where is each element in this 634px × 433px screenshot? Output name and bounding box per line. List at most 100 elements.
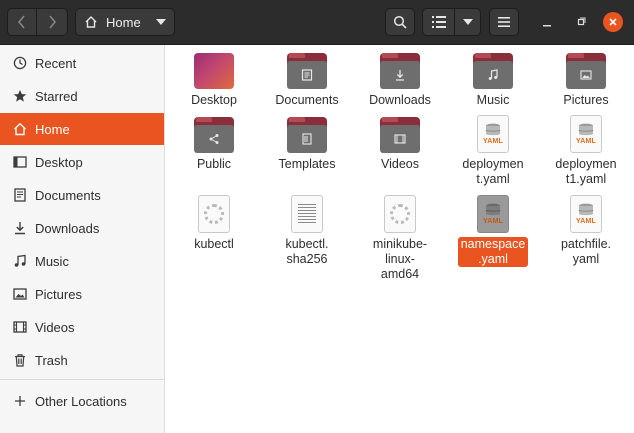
picture-icon [580, 70, 592, 80]
sidebar-item-videos[interactable]: Videos [0, 311, 164, 343]
sidebar-item-label: Videos [35, 319, 75, 335]
sidebar-item-other-locations[interactable]: Other Locations [0, 385, 164, 417]
yaml-file-icon: YAML [477, 195, 509, 233]
sidebar: Recent Starred Home Desktop Documents Do… [0, 45, 165, 433]
search-button[interactable] [385, 8, 415, 36]
minimize-icon [543, 25, 551, 27]
file-item-downloads[interactable]: Downloads [355, 53, 445, 108]
file-name: Videos [381, 157, 419, 171]
video-icon [13, 320, 27, 334]
maximize-button[interactable] [571, 12, 591, 32]
file-item-pictures[interactable]: Pictures [541, 53, 631, 108]
file-item-patchfile-yaml[interactable]: YAML patchfile. yaml [541, 195, 631, 267]
plus-icon [13, 394, 27, 408]
path-label: Home [106, 14, 141, 30]
file-name: Public [196, 157, 232, 171]
yaml-tag: YAML [483, 138, 503, 145]
search-icon [393, 15, 407, 29]
sidebar-item-home[interactable]: Home [0, 113, 164, 145]
sidebar-item-downloads[interactable]: Downloads [0, 212, 164, 244]
close-button[interactable] [603, 12, 623, 32]
document-icon [13, 188, 27, 202]
file-name: Downloads [369, 93, 431, 107]
file-name: patchfile. yaml [560, 237, 612, 266]
restore-icon [577, 17, 586, 26]
file-name: Music [476, 93, 510, 107]
file-grid: Desktop Documents Downloads Music Pictur… [165, 45, 634, 433]
desktop-folder-icon [194, 53, 234, 89]
minimize-button[interactable] [537, 12, 557, 32]
sidebar-item-label: Trash [35, 352, 68, 368]
desktop-icon [13, 155, 27, 169]
sidebar-item-music[interactable]: Music [0, 245, 164, 277]
gear-icon [204, 204, 224, 224]
sidebar-item-recent[interactable]: Recent [0, 47, 164, 79]
public-folder-icon [194, 117, 234, 153]
close-icon [609, 18, 617, 26]
sidebar-item-label: Music [35, 253, 69, 269]
yaml-tag: YAML [576, 218, 596, 225]
file-item-videos[interactable]: Videos [355, 117, 445, 172]
file-item-public[interactable]: Public [169, 117, 259, 172]
executable-file-icon [198, 195, 230, 233]
yaml-file-icon: YAML [570, 115, 602, 153]
clock-icon [13, 56, 27, 70]
document-icon [301, 69, 313, 81]
executable-file-icon [384, 195, 416, 233]
sidebar-item-label: Documents [35, 187, 101, 203]
download-icon [13, 221, 27, 235]
yaml-file-icon: YAML [477, 115, 509, 153]
sidebar-item-label: Pictures [35, 286, 82, 302]
back-button[interactable] [7, 8, 37, 36]
yaml-tag: YAML [576, 138, 596, 145]
sidebar-divider [0, 379, 164, 380]
file-item-deployment1-yaml[interactable]: YAML deploymen t1.yaml [541, 115, 631, 187]
sidebar-item-pictures[interactable]: Pictures [0, 278, 164, 310]
file-item-deployment-yaml[interactable]: YAML deploymen t.yaml [448, 115, 538, 187]
downloads-folder-icon [380, 53, 420, 89]
star-icon [13, 89, 27, 103]
sidebar-item-label: Home [35, 121, 70, 137]
file-name: minikube- linux- amd64 [372, 237, 428, 281]
file-name: Pictures [563, 93, 609, 107]
list-view-button[interactable] [422, 8, 455, 36]
trash-icon [13, 353, 27, 367]
documents-folder-icon [287, 53, 327, 89]
sidebar-item-desktop[interactable]: Desktop [0, 146, 164, 178]
text-file-icon [291, 195, 323, 233]
sidebar-item-documents[interactable]: Documents [0, 179, 164, 211]
file-item-kubectl[interactable]: kubectl [169, 195, 259, 252]
file-item-namespace-yaml[interactable]: YAML namespace .yaml [448, 195, 538, 267]
sidebar-item-trash[interactable]: Trash [0, 344, 164, 376]
forward-button[interactable] [36, 8, 68, 36]
template-icon [302, 133, 312, 145]
header-bar: Home [0, 0, 634, 45]
file-item-music[interactable]: Music [448, 53, 538, 108]
file-name: Templates [278, 157, 336, 171]
file-item-desktop[interactable]: Desktop [169, 53, 259, 108]
sidebar-item-label: Other Locations [35, 393, 127, 409]
database-icon [485, 123, 501, 136]
caret-down-icon [462, 19, 473, 25]
file-item-documents[interactable]: Documents [262, 53, 352, 108]
video-icon [394, 134, 406, 144]
file-name: deploymen t.yaml [462, 157, 524, 186]
path-bar-home[interactable]: Home [75, 8, 175, 36]
gear-icon [390, 204, 410, 224]
view-options-button[interactable] [454, 8, 481, 36]
database-icon [578, 123, 594, 136]
sidebar-item-label: Recent [35, 55, 77, 71]
file-name: namespace .yaml [457, 237, 529, 267]
sidebar-item-label: Desktop [35, 154, 83, 170]
pictures-folder-icon [566, 53, 606, 89]
templates-folder-icon [287, 117, 327, 153]
file-item-templates[interactable]: Templates [262, 117, 352, 172]
file-item-minikube-linux-amd64[interactable]: minikube- linux- amd64 [355, 195, 445, 282]
file-item-kubectl-sha256[interactable]: kubectl. sha256 [262, 195, 352, 267]
hamburger-icon [498, 17, 510, 27]
sidebar-item-starred[interactable]: Starred [0, 80, 164, 112]
menu-button[interactable] [489, 8, 519, 36]
share-icon [209, 134, 219, 144]
database-icon [485, 203, 501, 216]
picture-icon [13, 287, 27, 301]
